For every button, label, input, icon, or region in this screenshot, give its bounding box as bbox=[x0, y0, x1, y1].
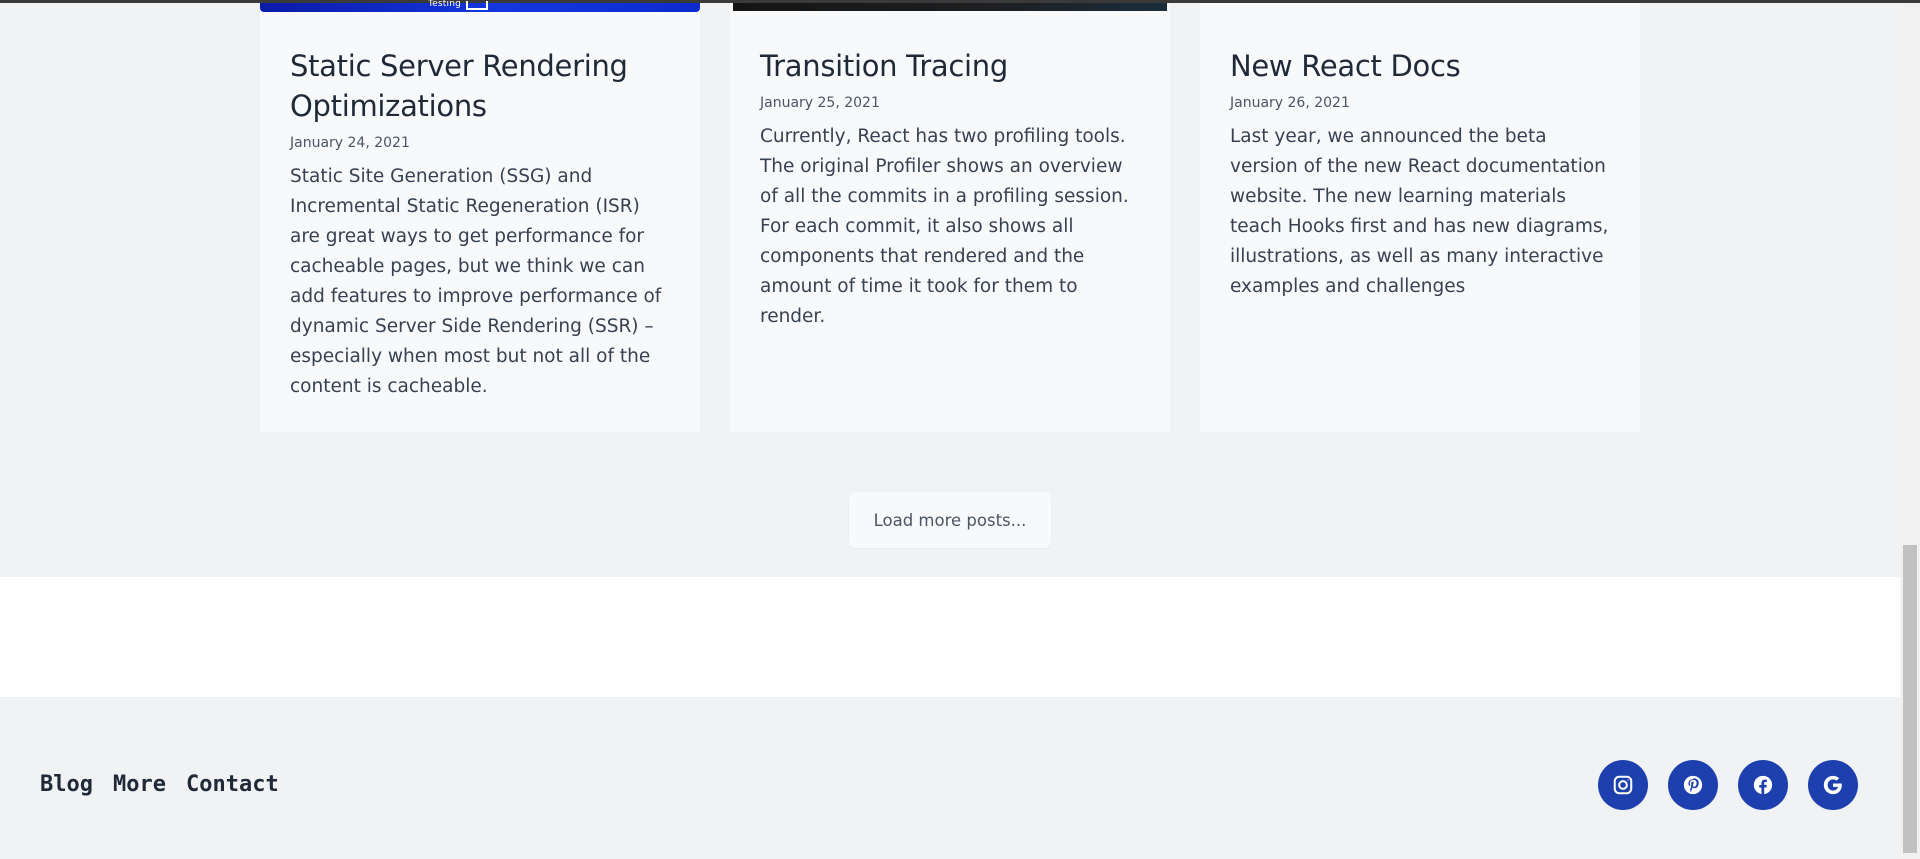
post-title[interactable]: New React Docs bbox=[1230, 46, 1610, 86]
post-excerpt: Last year, we announced the beta version… bbox=[1230, 126, 1609, 297]
post-card[interactable]: Testing Static Server Rendering Optimiza… bbox=[260, 0, 700, 432]
footer-link-blog[interactable]: Blog bbox=[40, 772, 93, 797]
post-title[interactable]: Transition Tracing bbox=[760, 46, 1140, 86]
footer-link-more[interactable]: More bbox=[113, 772, 166, 797]
post-image[interactable]: Testing bbox=[260, 0, 700, 12]
footer-link-contact[interactable]: Contact bbox=[186, 772, 279, 797]
load-more-button[interactable]: Load more posts... bbox=[849, 492, 1051, 548]
post-date: January 24, 2021 bbox=[290, 135, 410, 151]
post-card[interactable]: Transition Tracing January 25, 2021 Curr… bbox=[730, 3, 1170, 432]
facebook-button[interactable] bbox=[1738, 760, 1788, 810]
instagram-button[interactable] bbox=[1598, 760, 1648, 810]
scrollbar-thumb[interactable] bbox=[1903, 545, 1917, 853]
post-image-caption: Testing bbox=[428, 0, 462, 9]
pinterest-button[interactable] bbox=[1668, 760, 1718, 810]
instagram-icon bbox=[1613, 775, 1633, 795]
post-excerpt: Static Site Generation (SSG) and Increme… bbox=[290, 166, 662, 397]
facebook-icon bbox=[1753, 775, 1773, 795]
site-footer: Blog More Contact bbox=[0, 697, 1900, 859]
posts-section: Testing Static Server Rendering Optimiza… bbox=[0, 0, 1900, 577]
google-button[interactable] bbox=[1808, 760, 1858, 810]
post-date: January 26, 2021 bbox=[1230, 95, 1350, 111]
footer-nav: Blog More Contact bbox=[40, 772, 279, 797]
social-links bbox=[1598, 760, 1858, 810]
spacer-band bbox=[0, 577, 1900, 697]
google-icon bbox=[1823, 775, 1842, 795]
post-excerpt: Currently, React has two profiling tools… bbox=[760, 126, 1129, 327]
pinterest-icon bbox=[1683, 775, 1703, 795]
post-title[interactable]: Static Server Rendering Optimizations bbox=[290, 46, 670, 126]
post-date: January 25, 2021 bbox=[760, 95, 880, 111]
image-frame-shape bbox=[466, 1, 488, 10]
post-image[interactable] bbox=[733, 3, 1167, 11]
post-card[interactable]: New React Docs January 26, 2021 Last yea… bbox=[1200, 3, 1640, 432]
